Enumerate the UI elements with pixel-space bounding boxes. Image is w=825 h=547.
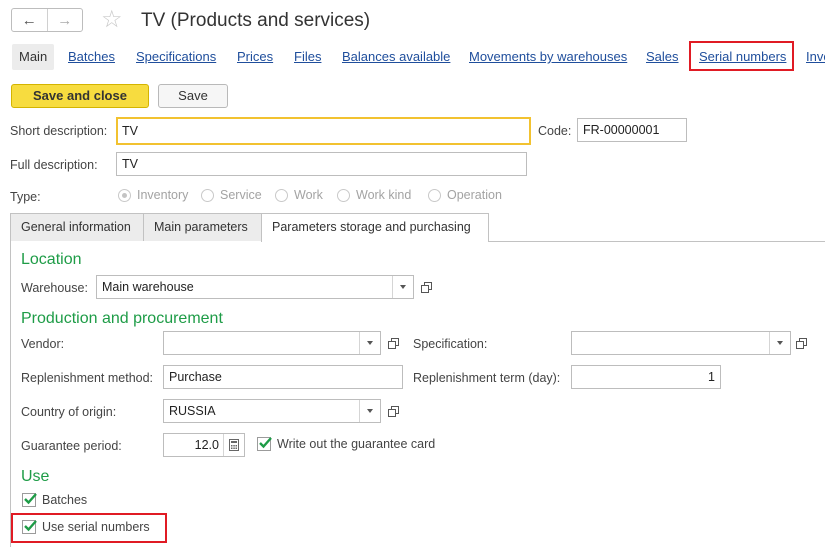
- tab-parameters-storage-and-purchasing[interactable]: Parameters storage and purchasing: [261, 213, 489, 242]
- country-of-origin-input[interactable]: RUSSIA: [163, 399, 381, 423]
- specification-label: Specification:: [413, 337, 488, 351]
- open-country-button[interactable]: [383, 399, 403, 423]
- radio-icon: [201, 188, 214, 202]
- radio-icon: [337, 188, 350, 202]
- calculator-icon[interactable]: [223, 434, 244, 456]
- radio-icon: [428, 188, 441, 202]
- section-production-heading: Production and procurement: [21, 310, 223, 327]
- chevron-down-icon[interactable]: [359, 332, 380, 354]
- history-nav: ← →: [11, 8, 83, 32]
- chevron-down-icon[interactable]: [392, 276, 413, 298]
- save-and-close-button[interactable]: Save and close: [11, 84, 149, 108]
- type-radio-service[interactable]: Service: [201, 188, 262, 202]
- type-label: Type:: [10, 190, 41, 204]
- open-form-icon: [420, 281, 432, 293]
- warehouse-input[interactable]: Main warehouse: [96, 275, 414, 299]
- page-title: TV (Products and services): [141, 10, 371, 31]
- nav-link-main[interactable]: Main: [12, 44, 55, 70]
- tab-main-parameters[interactable]: Main parameters: [143, 213, 272, 241]
- open-form-icon: [387, 337, 399, 349]
- replenishment-term-label: Replenishment term (day):: [413, 371, 561, 385]
- checkmark-icon: [22, 493, 37, 507]
- vendor-label: Vendor:: [21, 337, 65, 351]
- arrow-left-icon: ←: [21, 11, 37, 29]
- full-description-input[interactable]: TV: [116, 152, 527, 176]
- checkmark-icon: [257, 437, 272, 451]
- nav-link-files[interactable]: Files: [294, 44, 321, 70]
- code-input[interactable]: FR-00000001: [577, 118, 687, 142]
- replenishment-method-label: Replenishment method:: [21, 371, 154, 385]
- save-button[interactable]: Save: [158, 84, 228, 108]
- replenishment-method-input[interactable]: Purchase: [163, 365, 403, 389]
- chevron-down-icon[interactable]: [359, 400, 380, 422]
- open-vendor-button[interactable]: [383, 331, 403, 355]
- open-form-icon: [387, 405, 399, 417]
- replenishment-term-input[interactable]: 1: [571, 365, 721, 389]
- open-specification-button[interactable]: [791, 331, 811, 355]
- open-warehouse-button[interactable]: [416, 275, 436, 299]
- tab-general-information[interactable]: General information: [10, 213, 144, 241]
- short-description-input[interactable]: TV: [116, 117, 531, 145]
- section-use-heading: Use: [21, 468, 50, 485]
- form-tabs: General information Main parameters Para…: [10, 213, 825, 242]
- radio-icon: [275, 188, 288, 202]
- highlight-serial-numbers-link: [689, 41, 794, 71]
- warehouse-label: Warehouse:: [21, 281, 88, 295]
- code-label: Code:: [538, 124, 572, 138]
- guarantee-period-input[interactable]: 12.0: [163, 433, 245, 457]
- type-radio-operation[interactable]: Operation: [428, 188, 502, 202]
- star-outline-icon[interactable]: ☆: [101, 6, 123, 34]
- vendor-input[interactable]: [163, 331, 381, 355]
- country-of-origin-label: Country of origin:: [21, 405, 117, 419]
- full-description-label: Full description:: [10, 158, 98, 172]
- open-form-icon: [795, 337, 807, 349]
- radio-selected-icon: [118, 188, 131, 202]
- nav-link-batches[interactable]: Batches: [68, 44, 115, 70]
- batches-checkbox[interactable]: Batches: [22, 493, 87, 507]
- nav-link-sales[interactable]: Sales: [646, 44, 679, 70]
- highlight-serial-numbers-checkbox: [11, 513, 167, 543]
- nav-link-movements-by-warehouses[interactable]: Movements by warehouses: [469, 44, 627, 70]
- type-radio-work-kind[interactable]: Work kind: [337, 188, 411, 202]
- guarantee-card-checkbox[interactable]: Write out the guarantee card: [257, 437, 435, 451]
- nav-link-prices[interactable]: Prices: [237, 44, 273, 70]
- section-location-heading: Location: [21, 251, 82, 268]
- short-description-label: Short description:: [10, 124, 108, 138]
- type-radio-work[interactable]: Work: [275, 188, 323, 202]
- type-radio-inventory[interactable]: Inventory: [118, 188, 188, 202]
- nav-link-specifications[interactable]: Specifications: [136, 44, 216, 70]
- tab-panel-border: [10, 241, 11, 547]
- nav-link-inventory-truncated[interactable]: Inve: [806, 44, 825, 70]
- guarantee-period-label: Guarantee period:: [21, 439, 122, 453]
- back-button[interactable]: ←: [12, 9, 47, 31]
- chevron-down-icon[interactable]: [769, 332, 790, 354]
- tab-divider: [489, 241, 825, 242]
- arrow-right-icon: →: [57, 11, 73, 29]
- forward-button[interactable]: →: [46, 9, 83, 31]
- nav-link-balances-available[interactable]: Balances available: [342, 44, 450, 70]
- specification-input[interactable]: [571, 331, 791, 355]
- form-nav-panel: Main Batches Specifications Prices Files…: [0, 41, 825, 71]
